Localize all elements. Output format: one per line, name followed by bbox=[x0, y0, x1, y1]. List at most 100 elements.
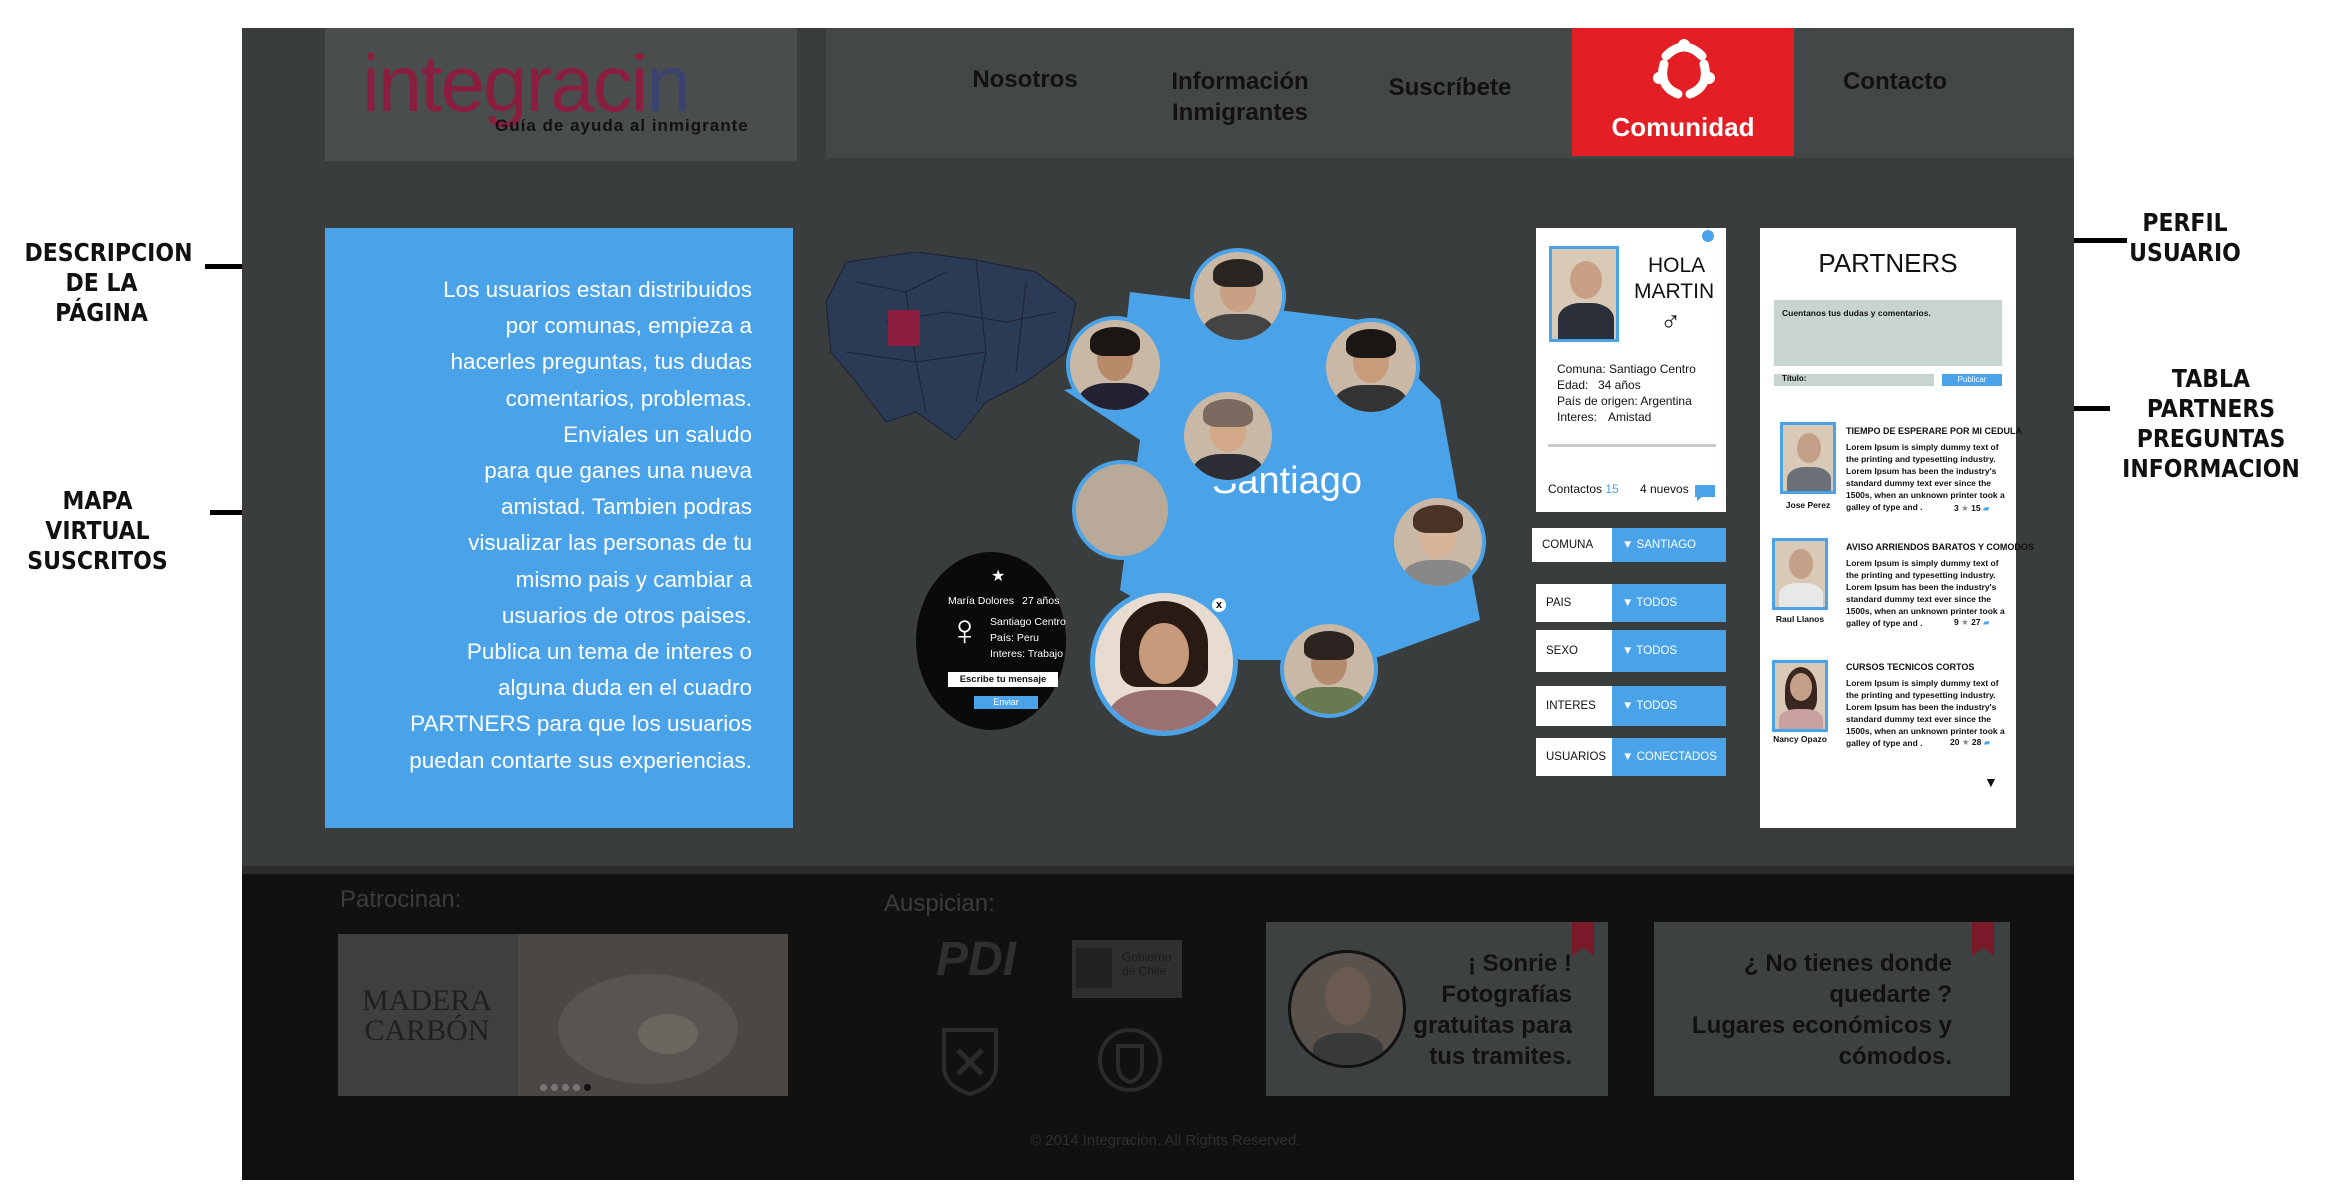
profile-edad: 34 años bbox=[1598, 378, 1641, 392]
filter-label: USUARIOS bbox=[1546, 751, 1607, 763]
carabineros-badge-icon[interactable] bbox=[938, 1026, 1002, 1096]
chat-icon[interactable]: ▰ bbox=[1984, 737, 1991, 747]
footer-divider bbox=[242, 866, 2074, 874]
post-stars: 3 bbox=[1954, 503, 1959, 513]
title-label: Título: bbox=[1782, 374, 1807, 383]
contacts-link[interactable]: Contactos 15 bbox=[1548, 482, 1619, 496]
divider bbox=[1548, 444, 1716, 447]
description-text: Los usuarios estan distribuidos por comu… bbox=[409, 277, 752, 773]
partners-title: PARTNERS bbox=[1818, 248, 1958, 278]
user-avatar[interactable] bbox=[1280, 620, 1378, 718]
chat-icon[interactable] bbox=[1694, 484, 1716, 502]
filter-comuna[interactable]: COMUNA ▼ SANTIAGO bbox=[1532, 528, 1726, 562]
publish-button[interactable]: Publicar bbox=[1942, 374, 2002, 386]
chat-icon[interactable]: ▰ bbox=[1983, 617, 1990, 627]
filter-select[interactable]: ▼ TODOS bbox=[1612, 630, 1726, 672]
carousel-dot[interactable] bbox=[584, 1084, 591, 1091]
star-icon[interactable]: ★ bbox=[1962, 737, 1970, 747]
post-title[interactable]: TIEMPO DE ESPERARE POR MI CEDULA bbox=[1846, 426, 2022, 436]
female-icon: ♀ bbox=[948, 606, 981, 655]
post-author-avatar[interactable] bbox=[1772, 538, 1828, 610]
chat-icon[interactable]: ▰ bbox=[1983, 503, 1990, 513]
filter-label: SEXO bbox=[1546, 645, 1578, 657]
pdi-logo[interactable]: PDI bbox=[936, 932, 1016, 987]
filter-select[interactable]: ▼ TODOS bbox=[1612, 584, 1726, 622]
send-button[interactable]: Enviar bbox=[974, 696, 1038, 709]
user-avatar[interactable] bbox=[1180, 388, 1276, 484]
filter-value: TODOS bbox=[1636, 645, 1678, 657]
filter-value: TODOS bbox=[1636, 700, 1678, 712]
sponsor-logo[interactable]: MADERA CARBÓN bbox=[352, 986, 502, 1046]
post-title[interactable]: CURSOS TECNICOS CORTOS bbox=[1846, 662, 1974, 672]
profile-comuna: Comuna: Santiago Centro bbox=[1557, 362, 1696, 376]
carousel-dot[interactable] bbox=[540, 1084, 547, 1091]
contacts-count: 15 bbox=[1605, 482, 1619, 496]
post-stars: 9 bbox=[1954, 617, 1959, 627]
profile-pais: País de origen: Argentina bbox=[1557, 394, 1692, 408]
star-icon[interactable]: ★ bbox=[991, 566, 1005, 586]
logo-text-main: integraci bbox=[362, 39, 648, 128]
close-icon[interactable]: x bbox=[1212, 598, 1226, 612]
user-avatar[interactable] bbox=[1190, 248, 1286, 344]
popup-comuna: Santiago Centro bbox=[990, 616, 1066, 628]
profile-avatar[interactable] bbox=[1549, 246, 1619, 342]
user-avatar[interactable] bbox=[1322, 318, 1420, 416]
popup-age: 27 años bbox=[1022, 595, 1060, 607]
santiago-comuna[interactable] bbox=[888, 310, 920, 346]
nav-contacto[interactable]: Contacto bbox=[1830, 66, 1960, 97]
nav-suscribete[interactable]: Suscríbete bbox=[1380, 72, 1520, 103]
filter-interes[interactable]: INTERES ▼ TODOS bbox=[1536, 686, 1726, 726]
scroll-down-icon[interactable]: ▼ bbox=[1984, 774, 1998, 790]
profile-name: MARTIN bbox=[1634, 280, 1715, 303]
filter-usuarios[interactable]: USUARIOS ▼ CONECTADOS bbox=[1536, 738, 1726, 776]
profile-greeting: HOLA bbox=[1648, 254, 1706, 277]
post-author[interactable]: Jose Perez bbox=[1776, 500, 1840, 510]
carousel-dot[interactable] bbox=[573, 1084, 580, 1091]
post-stats: 9 ★ 27 ▰ bbox=[1954, 617, 1990, 628]
carousel-dots[interactable] bbox=[540, 1078, 591, 1096]
annotation-perfil: PERFIL USUARIO bbox=[2129, 208, 2241, 267]
filter-value: CONECTADOS bbox=[1636, 751, 1717, 763]
popup-pais: País: Peru bbox=[990, 632, 1040, 644]
post-author[interactable]: Nancy Opazo bbox=[1768, 734, 1832, 744]
profile-header-dot bbox=[1702, 230, 1714, 242]
gobierno-logo[interactable]: Gobierno de Chile bbox=[1072, 940, 1182, 998]
question-textarea-placeholder: Cuentanos tus dudas y comentarios. bbox=[1782, 308, 1931, 318]
post-title[interactable]: AVISO ARRIENDOS BARATOS Y COMODOS bbox=[1846, 542, 2034, 552]
post-author[interactable]: Raul Llanos bbox=[1768, 614, 1832, 624]
logo-subtitle: Guía de ayuda al inmigrante bbox=[495, 116, 749, 135]
post-stars: 20 bbox=[1950, 737, 1960, 747]
filter-select[interactable]: ▼ CONECTADOS bbox=[1612, 738, 1726, 776]
nav-comunidad-label: Comunidad bbox=[1611, 112, 1755, 142]
annotation-tabla: TABLA PARTNERS PREGUNTAS INFORMACION bbox=[2122, 364, 2300, 483]
nav-informacion[interactable]: Información Inmigrantes bbox=[1150, 66, 1330, 128]
new-messages[interactable]: 4 nuevos bbox=[1640, 482, 1689, 496]
star-icon[interactable]: ★ bbox=[1961, 617, 1969, 627]
user-avatar[interactable] bbox=[1066, 316, 1164, 414]
filter-select[interactable]: ▼ SANTIAGO bbox=[1612, 528, 1726, 562]
post-author-avatar[interactable] bbox=[1780, 422, 1836, 494]
region-map[interactable] bbox=[826, 252, 1086, 442]
user-avatar-empty[interactable] bbox=[1072, 460, 1172, 560]
supporters-heading: Auspician: bbox=[884, 890, 995, 917]
profile-edad-label: Edad: bbox=[1557, 378, 1589, 392]
message-input[interactable]: Escribe tu mensaje bbox=[948, 672, 1058, 687]
peru-coat-of-arms-icon[interactable] bbox=[1090, 1020, 1170, 1100]
post-author-avatar[interactable] bbox=[1772, 660, 1828, 732]
carousel-dot[interactable] bbox=[562, 1084, 569, 1091]
logo-text-accent: n bbox=[646, 39, 690, 128]
contacts-label: Contactos bbox=[1548, 482, 1603, 496]
annotation-descripcion: DESCRIPCION DE LA PÁGINA bbox=[24, 238, 193, 327]
star-icon[interactable]: ★ bbox=[1961, 503, 1969, 513]
filter-pais[interactable]: PAIS ▼ TODOS bbox=[1536, 584, 1726, 622]
filter-value: SANTIAGO bbox=[1636, 539, 1697, 551]
filter-select[interactable]: ▼ TODOS bbox=[1612, 686, 1726, 726]
user-avatar[interactable] bbox=[1390, 494, 1486, 590]
popup-interes: Interes: Trabajo bbox=[990, 648, 1063, 660]
nav-nosotros[interactable]: Nosotros bbox=[960, 64, 1090, 95]
filter-sexo[interactable]: SEXO ▼ TODOS bbox=[1536, 630, 1726, 672]
gobierno-label: Gobierno de Chile bbox=[1122, 950, 1172, 978]
promo-photos-text: ¡ Sonrie ! Fotografías gratuitas para tu… bbox=[1413, 950, 1572, 1070]
profile-interes-label: Interes: bbox=[1557, 410, 1598, 424]
carousel-dot[interactable] bbox=[551, 1084, 558, 1091]
